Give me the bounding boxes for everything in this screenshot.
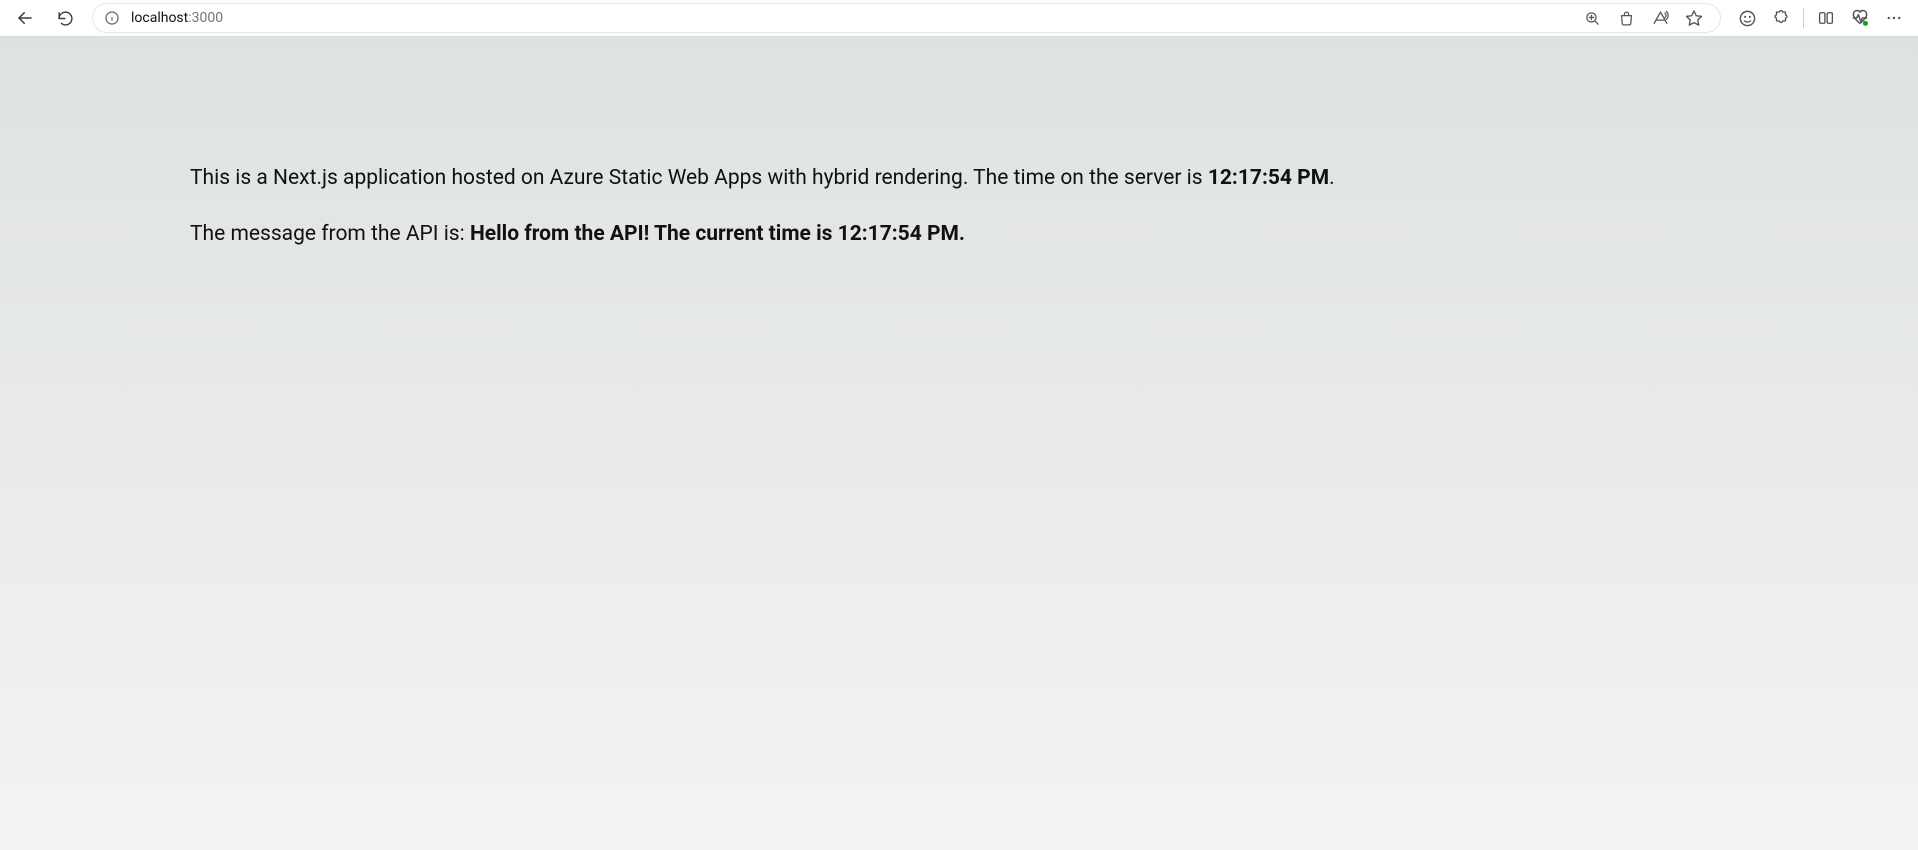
extension-face-icon xyxy=(1738,9,1757,28)
split-screen-button[interactable] xyxy=(1810,2,1842,34)
api-message-value: Hello from the API! The current time is … xyxy=(470,222,965,246)
zoom-button[interactable] xyxy=(1576,2,1608,34)
more-horizontal-icon xyxy=(1885,9,1903,27)
server-time-suffix: . xyxy=(1329,166,1335,190)
api-message-paragraph: The message from the API is: Hello from … xyxy=(190,219,1728,249)
url-host: localhost xyxy=(131,10,188,26)
shopping-bag-icon xyxy=(1618,10,1635,27)
refresh-icon xyxy=(57,10,74,27)
read-aloud-icon xyxy=(1651,9,1670,28)
extension-1-button[interactable] xyxy=(1731,2,1763,34)
url-port: :3000 xyxy=(188,10,223,26)
shopping-button[interactable] xyxy=(1610,2,1642,34)
server-time-value: 12:17:54 PM xyxy=(1208,166,1329,190)
content-inner: This is a Next.js application hosted on … xyxy=(0,37,1918,250)
extensions-menu-button[interactable] xyxy=(1765,2,1797,34)
more-button[interactable] xyxy=(1878,2,1910,34)
read-aloud-button[interactable] xyxy=(1644,2,1676,34)
split-screen-icon xyxy=(1817,9,1835,27)
api-message-prefix: The message from the API is: xyxy=(190,222,470,246)
server-time-paragraph: This is a Next.js application hosted on … xyxy=(190,163,1728,193)
toolbar-divider xyxy=(1803,8,1804,28)
browser-toolbar: localhost:3000 xyxy=(0,0,1918,36)
puzzle-icon xyxy=(1772,9,1790,27)
star-icon xyxy=(1685,9,1703,27)
zoom-icon xyxy=(1584,10,1601,27)
url-text: localhost:3000 xyxy=(131,10,1566,26)
server-time-prefix: This is a Next.js application hosted on … xyxy=(190,166,1208,190)
arrow-left-icon xyxy=(16,9,34,27)
performance-button[interactable] xyxy=(1844,2,1876,34)
heartbeat-icon xyxy=(1850,8,1870,28)
site-info-icon[interactable] xyxy=(103,9,121,27)
address-bar-actions xyxy=(1576,2,1710,34)
page-content: This is a Next.js application hosted on … xyxy=(0,36,1918,850)
refresh-button[interactable] xyxy=(48,1,82,35)
address-bar[interactable]: localhost:3000 xyxy=(92,3,1721,33)
back-button[interactable] xyxy=(8,1,42,35)
favorites-button[interactable] xyxy=(1678,2,1710,34)
toolbar-extensions xyxy=(1731,2,1910,34)
